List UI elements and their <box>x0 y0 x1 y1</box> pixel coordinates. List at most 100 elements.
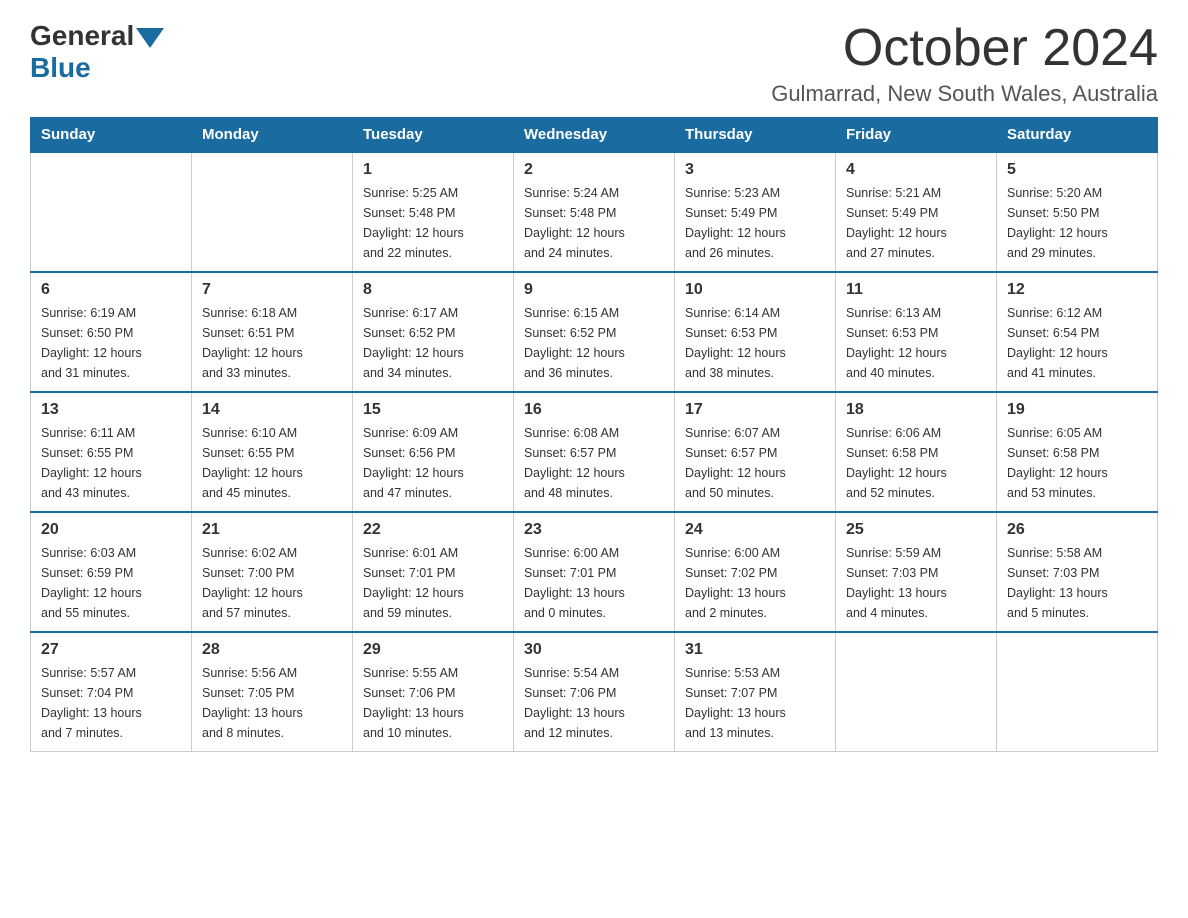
page-title: October 2024 <box>771 20 1158 77</box>
column-header-monday: Monday <box>192 118 353 153</box>
logo-blue-text: Blue <box>30 52 164 84</box>
day-number: 11 <box>846 281 986 299</box>
column-header-sunday: Sunday <box>31 118 192 153</box>
day-number: 23 <box>524 521 664 539</box>
day-info: Sunrise: 6:17 AMSunset: 6:52 PMDaylight:… <box>363 303 503 383</box>
day-info: Sunrise: 6:07 AMSunset: 6:57 PMDaylight:… <box>685 423 825 503</box>
day-info: Sunrise: 5:59 AMSunset: 7:03 PMDaylight:… <box>846 543 986 623</box>
day-info: Sunrise: 6:00 AMSunset: 7:02 PMDaylight:… <box>685 543 825 623</box>
day-info: Sunrise: 6:02 AMSunset: 7:00 PMDaylight:… <box>202 543 342 623</box>
logo-general-text: General <box>30 20 134 52</box>
calendar-cell: 25 Sunrise: 5:59 AMSunset: 7:03 PMDayligh… <box>836 512 997 632</box>
day-info: Sunrise: 6:11 AMSunset: 6:55 PMDaylight:… <box>41 423 181 503</box>
day-number: 12 <box>1007 281 1147 299</box>
subtitle: Gulmarrad, New South Wales, Australia <box>771 81 1158 107</box>
calendar-cell: 10 Sunrise: 6:14 AMSunset: 6:53 PMDayligh… <box>675 272 836 392</box>
day-info: Sunrise: 5:55 AMSunset: 7:06 PMDaylight:… <box>363 663 503 743</box>
day-number: 26 <box>1007 521 1147 539</box>
day-number: 1 <box>363 161 503 179</box>
day-info: Sunrise: 5:21 AMSunset: 5:49 PMDaylight:… <box>846 183 986 263</box>
day-number: 4 <box>846 161 986 179</box>
calendar-cell <box>997 632 1158 752</box>
calendar-cell: 6Sunrise: 6:19 AMSunset: 6:50 PMDaylight… <box>31 272 192 392</box>
day-info: Sunrise: 5:24 AMSunset: 5:48 PMDaylight:… <box>524 183 664 263</box>
day-info: Sunrise: 6:13 AMSunset: 6:53 PMDaylight:… <box>846 303 986 383</box>
day-info: Sunrise: 5:53 AMSunset: 7:07 PMDaylight:… <box>685 663 825 743</box>
week-row-3: 20 Sunrise: 6:03 AMSunset: 6:59 PMDayligh… <box>31 512 1158 632</box>
calendar-cell: 7Sunrise: 6:18 AMSunset: 6:51 PMDaylight… <box>192 272 353 392</box>
calendar-table: SundayMondayTuesdayWednesdayThursdayFrid… <box>30 117 1158 752</box>
day-info: Sunrise: 6:12 AMSunset: 6:54 PMDaylight:… <box>1007 303 1147 383</box>
week-row-0: 1 Sunrise: 5:25 AMSunset: 5:48 PMDaylight… <box>31 152 1158 272</box>
day-number: 29 <box>363 641 503 659</box>
column-header-friday: Friday <box>836 118 997 153</box>
calendar-cell: 1 Sunrise: 5:25 AMSunset: 5:48 PMDaylight… <box>353 152 514 272</box>
calendar-cell: 16Sunrise: 6:08 AMSunset: 6:57 PMDayligh… <box>514 392 675 512</box>
day-number: 7 <box>202 281 342 299</box>
day-number: 9 <box>524 281 664 299</box>
day-number: 6 <box>41 281 181 299</box>
day-info: Sunrise: 6:06 AMSunset: 6:58 PMDaylight:… <box>846 423 986 503</box>
day-info: Sunrise: 6:09 AMSunset: 6:56 PMDaylight:… <box>363 423 503 503</box>
day-number: 27 <box>41 641 181 659</box>
day-number: 10 <box>685 281 825 299</box>
day-info: Sunrise: 5:20 AMSunset: 5:50 PMDaylight:… <box>1007 183 1147 263</box>
calendar-cell: 27 Sunrise: 5:57 AMSunset: 7:04 PMDayligh… <box>31 632 192 752</box>
day-info: Sunrise: 5:23 AMSunset: 5:49 PMDaylight:… <box>685 183 825 263</box>
calendar-cell: 14 Sunrise: 6:10 AMSunset: 6:55 PMDayligh… <box>192 392 353 512</box>
calendar-cell: 23 Sunrise: 6:00 AMSunset: 7:01 PMDayligh… <box>514 512 675 632</box>
day-info: Sunrise: 5:56 AMSunset: 7:05 PMDaylight:… <box>202 663 342 743</box>
week-row-4: 27 Sunrise: 5:57 AMSunset: 7:04 PMDayligh… <box>31 632 1158 752</box>
day-number: 31 <box>685 641 825 659</box>
calendar-cell: 11 Sunrise: 6:13 AMSunset: 6:53 PMDayligh… <box>836 272 997 392</box>
day-number: 21 <box>202 521 342 539</box>
calendar-cell: 21 Sunrise: 6:02 AMSunset: 7:00 PMDayligh… <box>192 512 353 632</box>
column-header-wednesday: Wednesday <box>514 118 675 153</box>
day-number: 17 <box>685 401 825 419</box>
day-info: Sunrise: 6:08 AMSunset: 6:57 PMDaylight:… <box>524 423 664 503</box>
day-number: 13 <box>41 401 181 419</box>
calendar-cell: 3Sunrise: 5:23 AMSunset: 5:49 PMDaylight… <box>675 152 836 272</box>
calendar-cell: 19Sunrise: 6:05 AMSunset: 6:58 PMDayligh… <box>997 392 1158 512</box>
calendar-header-row: SundayMondayTuesdayWednesdayThursdayFrid… <box>31 118 1158 153</box>
column-header-saturday: Saturday <box>997 118 1158 153</box>
day-info: Sunrise: 6:10 AMSunset: 6:55 PMDaylight:… <box>202 423 342 503</box>
title-area: October 2024 Gulmarrad, New South Wales,… <box>771 20 1158 107</box>
calendar-cell: 13 Sunrise: 6:11 AMSunset: 6:55 PMDayligh… <box>31 392 192 512</box>
day-info: Sunrise: 6:14 AMSunset: 6:53 PMDaylight:… <box>685 303 825 383</box>
day-number: 8 <box>363 281 503 299</box>
day-info: Sunrise: 6:00 AMSunset: 7:01 PMDaylight:… <box>524 543 664 623</box>
day-info: Sunrise: 6:03 AMSunset: 6:59 PMDaylight:… <box>41 543 181 623</box>
calendar-cell: 15 Sunrise: 6:09 AMSunset: 6:56 PMDayligh… <box>353 392 514 512</box>
calendar-cell: 12 Sunrise: 6:12 AMSunset: 6:54 PMDayligh… <box>997 272 1158 392</box>
calendar-cell: 5Sunrise: 5:20 AMSunset: 5:50 PMDaylight… <box>997 152 1158 272</box>
week-row-1: 6Sunrise: 6:19 AMSunset: 6:50 PMDaylight… <box>31 272 1158 392</box>
column-header-thursday: Thursday <box>675 118 836 153</box>
logo-triangle-icon <box>136 28 164 48</box>
day-number: 18 <box>846 401 986 419</box>
day-info: Sunrise: 6:05 AMSunset: 6:58 PMDaylight:… <box>1007 423 1147 503</box>
day-info: Sunrise: 5:25 AMSunset: 5:48 PMDaylight:… <box>363 183 503 263</box>
calendar-cell: 29 Sunrise: 5:55 AMSunset: 7:06 PMDayligh… <box>353 632 514 752</box>
calendar-cell: 2Sunrise: 5:24 AMSunset: 5:48 PMDaylight… <box>514 152 675 272</box>
calendar-cell: 24 Sunrise: 6:00 AMSunset: 7:02 PMDayligh… <box>675 512 836 632</box>
day-info: Sunrise: 5:54 AMSunset: 7:06 PMDaylight:… <box>524 663 664 743</box>
day-number: 14 <box>202 401 342 419</box>
day-number: 15 <box>363 401 503 419</box>
calendar-cell: 22Sunrise: 6:01 AMSunset: 7:01 PMDayligh… <box>353 512 514 632</box>
header-area: General Blue October 2024 Gulmarrad, New… <box>30 20 1158 107</box>
day-info: Sunrise: 5:58 AMSunset: 7:03 PMDaylight:… <box>1007 543 1147 623</box>
day-number: 24 <box>685 521 825 539</box>
calendar-cell <box>192 152 353 272</box>
day-info: Sunrise: 5:57 AMSunset: 7:04 PMDaylight:… <box>41 663 181 743</box>
calendar-cell <box>836 632 997 752</box>
calendar-cell: 20 Sunrise: 6:03 AMSunset: 6:59 PMDayligh… <box>31 512 192 632</box>
logo: General Blue <box>30 20 164 84</box>
calendar-cell <box>31 152 192 272</box>
day-info: Sunrise: 6:15 AMSunset: 6:52 PMDaylight:… <box>524 303 664 383</box>
column-header-tuesday: Tuesday <box>353 118 514 153</box>
calendar-cell: 30Sunrise: 5:54 AMSunset: 7:06 PMDayligh… <box>514 632 675 752</box>
calendar-cell: 8 Sunrise: 6:17 AMSunset: 6:52 PMDaylight… <box>353 272 514 392</box>
day-number: 25 <box>846 521 986 539</box>
day-number: 20 <box>41 521 181 539</box>
